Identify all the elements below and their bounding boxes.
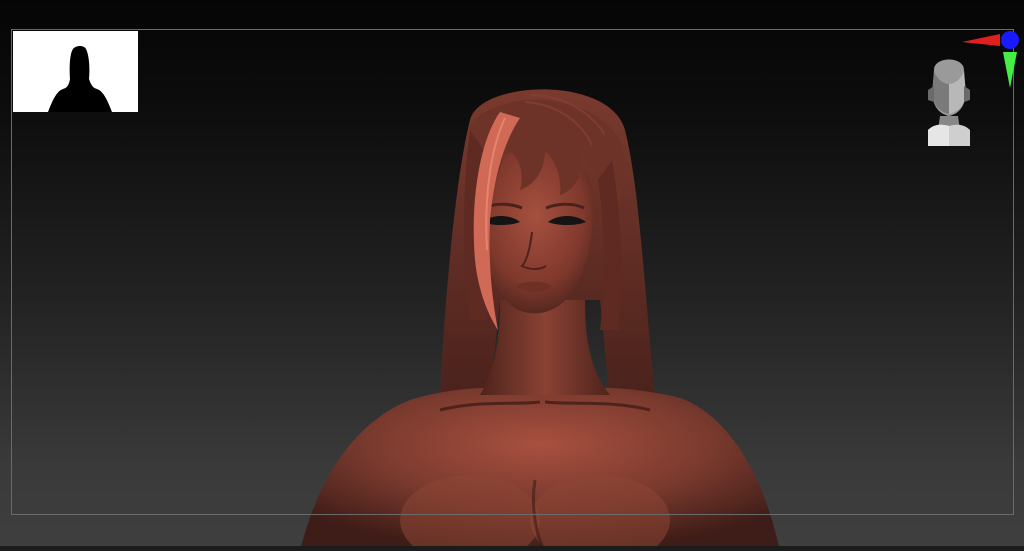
x-axis-arrow [962, 34, 1000, 46]
axis-gizmo-icon[interactable] [960, 28, 1022, 90]
navigator-thumbnail[interactable] [13, 31, 138, 112]
silhouette-preview [48, 46, 112, 112]
bottom-edge [0, 546, 1024, 551]
sculpt-model[interactable] [0, 0, 1024, 551]
z-axis-dot [1001, 31, 1019, 49]
3d-viewport[interactable] [0, 0, 1024, 551]
neck [480, 300, 610, 395]
y-axis-arrow [1003, 52, 1017, 88]
